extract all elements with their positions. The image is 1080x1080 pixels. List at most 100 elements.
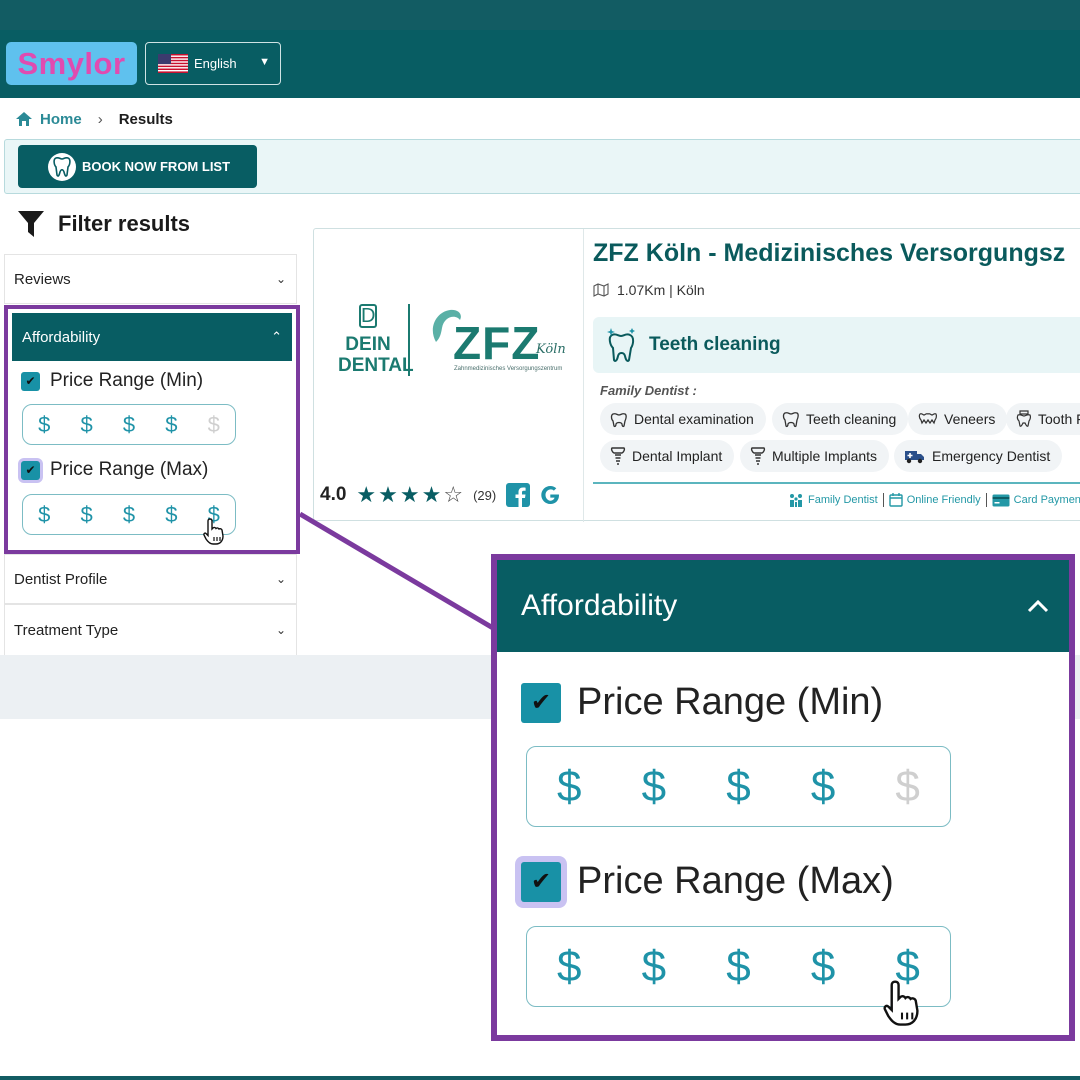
feature-label: Online Friendly — [906, 494, 981, 506]
implant-icon — [750, 447, 766, 465]
price-min-level-5[interactable]: $ — [208, 412, 220, 438]
hand-cursor-icon — [203, 518, 224, 545]
facebook-icon[interactable] — [506, 483, 531, 507]
breadcrumb-current: Results — [118, 110, 173, 128]
price-max-level-2[interactable]: $ — [80, 502, 92, 528]
clinic-title[interactable]: ZFZ Köln - Medizinisches Versorgungsz — [593, 239, 1065, 268]
google-icon[interactable] — [538, 483, 562, 507]
home-icon — [16, 112, 32, 126]
implant-icon — [610, 447, 626, 465]
zoom-accordion-header[interactable]: Affordability — [497, 560, 1069, 652]
clinic-distance: 1.07Km | Köln — [593, 282, 705, 298]
tag-emergency-dentist: Emergency Dentist — [894, 440, 1063, 472]
category-label: Family Dentist : — [600, 383, 697, 398]
result-card[interactable]: D DEIN DENTAL ZFZ Köln Zahnmedizinisches… — [313, 228, 1080, 522]
zoom-price-max-label: Price Range (Max) — [577, 860, 894, 902]
price-min-level-3[interactable]: $ — [123, 412, 135, 438]
feature-family-dentist: Family Dentist — [788, 493, 878, 507]
zoom-price-min-checkbox[interactable]: ✔ — [521, 682, 561, 723]
price-min-checkbox[interactable]: ✔ — [21, 371, 40, 391]
zoom-price-min-level-3[interactable]: $ — [726, 762, 750, 812]
tag-label: Tooth F — [1038, 411, 1080, 427]
map-icon — [593, 283, 609, 297]
price-max-level-3[interactable]: $ — [123, 502, 135, 528]
zoom-price-min-level-5[interactable]: $ — [895, 762, 919, 812]
star-filled-icon: ★ — [356, 482, 377, 507]
treatment-highlight: Teeth cleaning — [593, 317, 1080, 373]
zoom-price-min-level-4[interactable]: $ — [811, 762, 835, 812]
price-min-label: Price Range (Min) — [50, 370, 204, 391]
price-min-level-2[interactable]: $ — [80, 412, 92, 438]
tag-label: Veneers — [944, 411, 996, 427]
book-now-button[interactable]: BOOK NOW FROM LIST — [18, 145, 257, 188]
price-min-selector: $ $ $ $ $ — [22, 404, 236, 445]
tag-tooth: Tooth F — [1006, 403, 1080, 435]
feature-label: Family Dentist — [808, 494, 878, 506]
price-max-level-1[interactable]: $ — [38, 502, 50, 528]
feature-badges: Family Dentist Online Friendly Card Paym… — [788, 493, 1080, 507]
zoom-price-min-label: Price Range (Min) — [577, 681, 884, 723]
card-separator — [593, 482, 1080, 484]
tag-label: Teeth cleaning — [806, 411, 897, 427]
feature-divider — [882, 493, 884, 507]
zoom-price-min-level-1[interactable]: $ — [557, 762, 581, 812]
chevron-down-icon: ⌄ — [275, 272, 286, 286]
price-min-level-1[interactable]: $ — [38, 412, 50, 438]
filter-title: Filter results — [18, 210, 190, 238]
dein-bottom: DENTAL — [338, 355, 414, 376]
price-max-checkbox[interactable]: ✔ — [21, 460, 40, 480]
accordion-reviews[interactable]: Reviews ⌄ — [4, 254, 297, 304]
breadcrumb-home[interactable]: Home — [16, 111, 82, 128]
accordion-affordability[interactable]: Affordability ⌃ — [12, 313, 292, 361]
sparkle-tooth-icon — [607, 328, 635, 362]
logo-separator — [408, 304, 410, 376]
smylor-logo[interactable]: Smylor — [6, 42, 137, 85]
caret-down-icon: ▼ — [259, 56, 270, 68]
zoom-accordion-label: Affordability — [521, 589, 678, 622]
star-filled-icon: ★ — [421, 482, 442, 507]
book-now-label: BOOK NOW FROM LIST — [82, 159, 231, 174]
zfz-subtitle: Zahnmedizinisches Versorgungszentrum — [454, 366, 563, 372]
accordion-treatment-type[interactable]: Treatment Type ⌄ — [4, 604, 297, 656]
star-empty-icon: ☆ — [443, 482, 464, 507]
zoom-price-max-level-1[interactable]: $ — [557, 942, 581, 992]
accordion-treatment-type-label: Treatment Type — [14, 621, 119, 639]
breadcrumb: Home › Results — [16, 108, 173, 130]
zoom-price-max-checkbox[interactable]: ✔ — [521, 861, 561, 902]
zoom-price-max-level-2[interactable]: $ — [642, 942, 666, 992]
language-select[interactable]: English ▼ — [145, 42, 281, 85]
affordability-panel: Affordability ⌃ ✔ Price Range (Min) $ $ … — [4, 305, 300, 554]
feature-card-payment: Card Paymen — [992, 494, 1080, 507]
chevron-down-icon: ⌄ — [275, 572, 286, 586]
clinic-logo: D DEIN DENTAL ZFZ Köln Zahnmedizinisches… — [338, 304, 568, 394]
star-filled-icon: ★ — [399, 482, 420, 507]
treatment-label: Teeth cleaning — [649, 334, 781, 355]
tag-dental-examination: Dental examination — [600, 403, 766, 435]
zoom-price-min-level-2[interactable]: $ — [642, 762, 666, 812]
accordion-dentist-profile[interactable]: Dentist Profile ⌄ — [4, 554, 297, 604]
price-min-level-4[interactable]: $ — [165, 412, 177, 438]
feature-label: Card Paymen — [1013, 494, 1080, 506]
star-filled-icon: ★ — [378, 482, 398, 507]
accordion-affordability-label: Affordability — [22, 328, 101, 346]
breadcrumb-home-label: Home — [40, 110, 82, 128]
filter-title-label: Filter results — [58, 211, 191, 236]
zoom-price-max-level-3[interactable]: $ — [726, 942, 750, 992]
zoom-price-max-level-4[interactable]: $ — [811, 942, 835, 992]
tag-label: Dental Implant — [632, 448, 723, 464]
site-header: Smylor English ▼ — [0, 30, 1080, 98]
tag-label: Emergency Dentist — [932, 448, 1051, 464]
language-label: English — [194, 56, 237, 71]
tooth-icon — [782, 412, 799, 428]
top-strip — [0, 0, 1080, 30]
rating-value: 4.0 — [320, 484, 347, 505]
price-max-level-4[interactable]: $ — [165, 502, 177, 528]
rating: 4.0 ★ ★ ★ ★ ☆ (29) — [320, 483, 570, 507]
family-icon — [790, 494, 802, 507]
filter-funnel-icon — [18, 211, 44, 237]
card-divider — [583, 229, 584, 522]
price-max-label: Price Range (Max) — [50, 459, 209, 480]
zoom-price-min-row: ✔ Price Range (Min) — [521, 681, 883, 724]
tag-label: Dental examination — [634, 411, 754, 427]
zoom-price-max-row: ✔ Price Range (Max) — [521, 860, 894, 903]
